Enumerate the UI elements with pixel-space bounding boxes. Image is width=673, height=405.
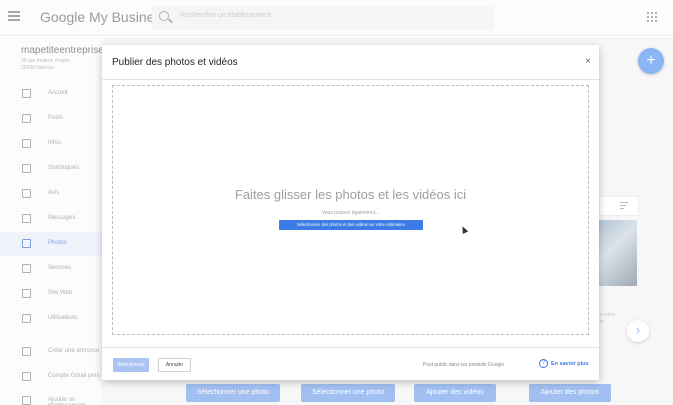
cancel-button[interactable]: Annuler xyxy=(158,358,191,372)
drop-zone-subtitle: Vous pouvez également... xyxy=(321,210,380,216)
learn-more-link[interactable]: En savoir plus xyxy=(551,361,589,367)
public-post-note: Post public dans les produits Google xyxy=(423,362,505,368)
dialog-divider xyxy=(102,79,599,80)
close-icon[interactable]: × xyxy=(585,56,591,67)
select-button[interactable]: Sélectionner xyxy=(113,358,149,372)
dialog-title: Publier des photos et vidéos xyxy=(112,57,238,68)
upload-dialog: Publier des photos et vidéos × Faites gl… xyxy=(102,45,599,380)
select-from-computer-button[interactable]: Sélectionner des photos et des vidéos su… xyxy=(279,220,423,230)
help-icon: ? xyxy=(539,359,548,368)
drop-zone[interactable]: Faites glisser les photos et les vidéos … xyxy=(112,85,589,335)
dialog-footer-divider xyxy=(102,347,599,348)
drop-zone-title: Faites glisser les photos et les vidéos … xyxy=(234,187,467,202)
